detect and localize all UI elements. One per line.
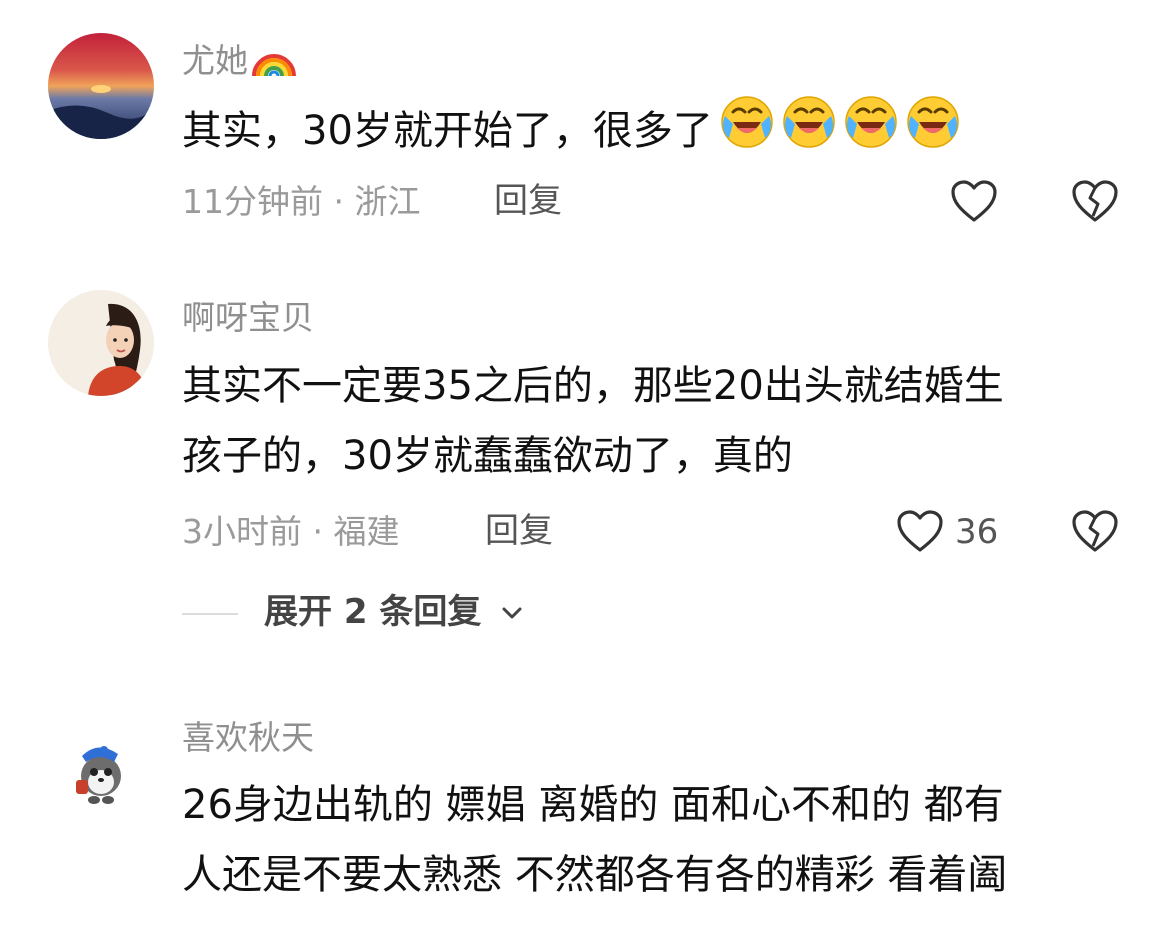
username[interactable]: 尤她 xyxy=(182,42,298,83)
like-button[interactable] xyxy=(895,508,945,558)
dislike-button[interactable] xyxy=(1070,178,1120,228)
comment-3: 喜欢秋天 26身边出轨的 嫖娼 离婚的 面和心不和的 都有 人还是不要太熟悉 不… xyxy=(0,690,1170,926)
rainbow-emoji xyxy=(250,42,298,83)
expand-replies[interactable]: 展开 2 条回复 xyxy=(182,593,542,633)
laugh-cry-emoji xyxy=(781,94,837,172)
reply-button[interactable]: 回复 xyxy=(485,514,553,548)
username[interactable]: 啊呀宝贝 xyxy=(182,301,314,334)
like-button[interactable] xyxy=(949,178,999,228)
heart-outline-icon xyxy=(951,180,997,222)
avatar[interactable] xyxy=(48,33,154,139)
broken-heart-icon xyxy=(1072,510,1118,552)
broken-heart-icon xyxy=(1072,180,1118,222)
laugh-cry-emoji xyxy=(719,94,775,172)
reply-button[interactable]: 回复 xyxy=(494,184,562,218)
comment-text: 其实，30岁就开始了，很多了 xyxy=(182,94,1122,172)
heart-outline-icon xyxy=(897,510,943,552)
like-count: 36 xyxy=(955,512,999,552)
time-location: 11分钟前 · 浙江 xyxy=(182,182,421,221)
comment-text: 其实不一定要35之后的，那些20出头就结婚生 孩子的，30岁就蠢蠢欲动了，真的 xyxy=(182,363,1004,479)
laugh-cry-emoji xyxy=(843,94,899,172)
time-location: 3小时前 · 福建 xyxy=(182,512,400,551)
laugh-cry-emoji xyxy=(905,94,961,172)
expand-replies-label: 展开 2 条回复 xyxy=(264,592,482,632)
comment-1: 尤她 其实，30岁就开始了，很多了 11分钟前 · 浙江 回复 xyxy=(0,0,1170,240)
comment-text: 26身边出轨的 嫖娼 离婚的 面和心不和的 都有 人还是不要太熟悉 不然都各有各… xyxy=(182,782,1008,898)
dislike-button[interactable] xyxy=(1070,508,1120,558)
username[interactable]: 喜欢秋天 xyxy=(182,721,314,754)
expand-divider xyxy=(182,613,238,615)
avatar[interactable] xyxy=(48,290,154,396)
avatar[interactable] xyxy=(48,710,154,816)
emoji-row xyxy=(713,96,961,154)
chevron-down-icon xyxy=(502,607,522,619)
comment-2: 啊呀宝贝 其实不一定要35之后的，那些20出头就结婚生 孩子的，30岁就蠢蠢欲动… xyxy=(0,270,1170,670)
